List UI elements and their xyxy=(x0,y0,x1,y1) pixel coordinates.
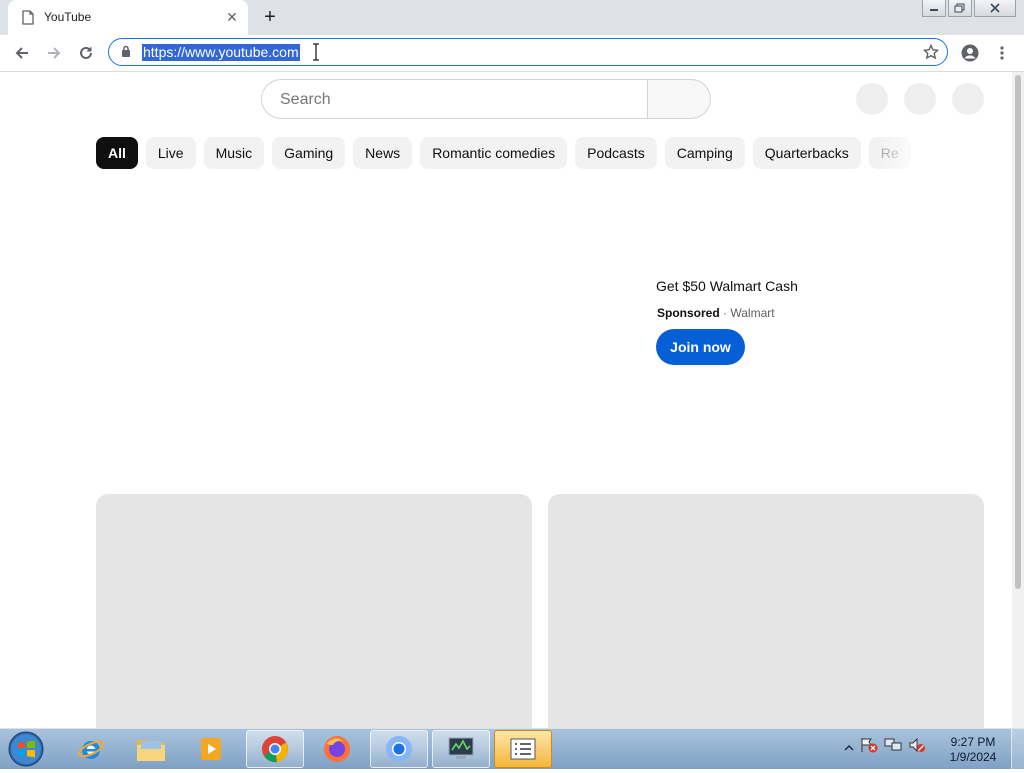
taskbar-google-chrome[interactable] xyxy=(246,730,304,768)
more-vert-icon xyxy=(1000,46,1004,60)
video-thumbnail-placeholder[interactable] xyxy=(96,494,532,728)
profile-button[interactable] xyxy=(958,41,982,65)
chip-gaming[interactable]: Gaming xyxy=(272,137,346,169)
url-text[interactable]: https://www.youtube.com xyxy=(142,44,300,61)
header-button-placeholder[interactable] xyxy=(904,83,936,115)
forward-button[interactable] xyxy=(42,41,66,65)
search-input[interactable] xyxy=(278,80,642,120)
show-desktop-button[interactable] xyxy=(1011,729,1024,769)
new-tab-button[interactable]: + xyxy=(260,7,280,28)
reload-button[interactable] xyxy=(74,41,98,65)
folder-icon xyxy=(137,740,165,761)
media-player-icon xyxy=(201,738,221,760)
meta-separator: · xyxy=(723,306,728,320)
chip-all[interactable]: All xyxy=(96,137,138,169)
back-button[interactable] xyxy=(10,41,34,65)
window-controls xyxy=(922,0,1016,18)
taskbar-task-manager[interactable] xyxy=(432,730,490,768)
list-document-icon xyxy=(510,738,536,760)
advertiser-name: Walmart xyxy=(730,306,775,320)
chrome-icon xyxy=(262,736,288,763)
search-button[interactable] xyxy=(647,79,711,119)
volume-muted-icon[interactable] xyxy=(908,737,926,758)
taskbar-media-player[interactable] xyxy=(182,730,240,768)
monitor-icon xyxy=(448,737,474,759)
chip-quarterbacks[interactable]: Quarterbacks xyxy=(752,137,861,169)
system-tray xyxy=(844,737,926,758)
address-bar[interactable]: https://www.youtube.com xyxy=(108,38,948,66)
page-icon xyxy=(22,10,36,26)
tab-strip: YouTube ✕ + xyxy=(0,0,1024,35)
taskbar-chromium[interactable] xyxy=(370,730,428,768)
taskbar-notepad-list[interactable] xyxy=(494,730,552,768)
close-tab-icon[interactable]: ✕ xyxy=(224,9,240,25)
page-scrollbar[interactable] xyxy=(1012,72,1024,728)
chip-podcasts[interactable]: Podcasts xyxy=(575,137,657,169)
forward-arrow-icon xyxy=(48,47,61,59)
browser-toolbar: https://www.youtube.com xyxy=(0,35,1024,72)
account-circle-icon xyxy=(961,44,979,62)
windows-logo-icon xyxy=(8,731,44,767)
ad-meta: Sponsored · Walmart xyxy=(657,306,775,320)
sponsored-label: Sponsored xyxy=(657,306,720,320)
lock-icon[interactable] xyxy=(121,45,131,63)
action-center-alert-icon[interactable] xyxy=(860,737,878,758)
close-window-button[interactable] xyxy=(974,0,1016,17)
chip-live[interactable]: Live xyxy=(145,137,196,169)
taskbar-internet-explorer[interactable] xyxy=(62,730,120,768)
header-button-placeholder[interactable] xyxy=(952,83,984,115)
firefox-icon xyxy=(324,736,350,762)
chip-bar: All Live Music Gaming News Romantic comedies P… xyxy=(96,137,944,171)
join-now-button[interactable]: Join now xyxy=(656,329,745,365)
video-thumbnail-placeholder[interactable] xyxy=(548,494,984,728)
chrome-menu-button[interactable] xyxy=(990,41,1014,65)
chip-fade-overlay xyxy=(880,137,944,171)
internet-explorer-icon xyxy=(78,740,104,759)
search-box[interactable] xyxy=(261,79,647,120)
start-button[interactable] xyxy=(6,730,46,768)
chromium-icon xyxy=(386,736,412,762)
windows-taskbar: 9:27 PM 1/9/2024 xyxy=(0,728,1024,769)
back-arrow-icon xyxy=(15,47,28,59)
restore-button[interactable] xyxy=(948,0,972,17)
chip-news[interactable]: News xyxy=(353,137,413,169)
text-cursor-icon xyxy=(312,43,320,66)
bookmark-star-icon[interactable] xyxy=(922,43,940,65)
taskbar-clock[interactable]: 9:27 PM 1/9/2024 xyxy=(940,735,1006,765)
tab-title: YouTube xyxy=(44,10,92,24)
minimize-button[interactable] xyxy=(922,0,946,17)
chip-romantic-comedies[interactable]: Romantic comedies xyxy=(420,137,568,169)
ad-title[interactable]: Get $50 Walmart Cash xyxy=(656,278,798,294)
clock-time: 9:27 PM xyxy=(950,735,996,749)
clock-date: 1/9/2024 xyxy=(949,750,997,764)
scrollbar-thumb[interactable] xyxy=(1015,75,1021,589)
youtube-page: AllLiveMusicGamingNewsRomantic comediesP… xyxy=(0,72,1012,728)
network-icon[interactable] xyxy=(884,737,902,758)
reload-icon xyxy=(80,46,92,59)
show-hidden-icons-icon[interactable] xyxy=(844,739,854,757)
chip-camping[interactable]: Camping xyxy=(664,137,745,169)
taskbar-firefox[interactable] xyxy=(308,730,366,768)
browser-tab[interactable]: YouTube ✕ xyxy=(8,0,248,35)
header-button-placeholder[interactable] xyxy=(856,83,888,115)
chip-music[interactable]: Music xyxy=(203,137,265,169)
taskbar-windows-explorer[interactable] xyxy=(122,730,180,768)
